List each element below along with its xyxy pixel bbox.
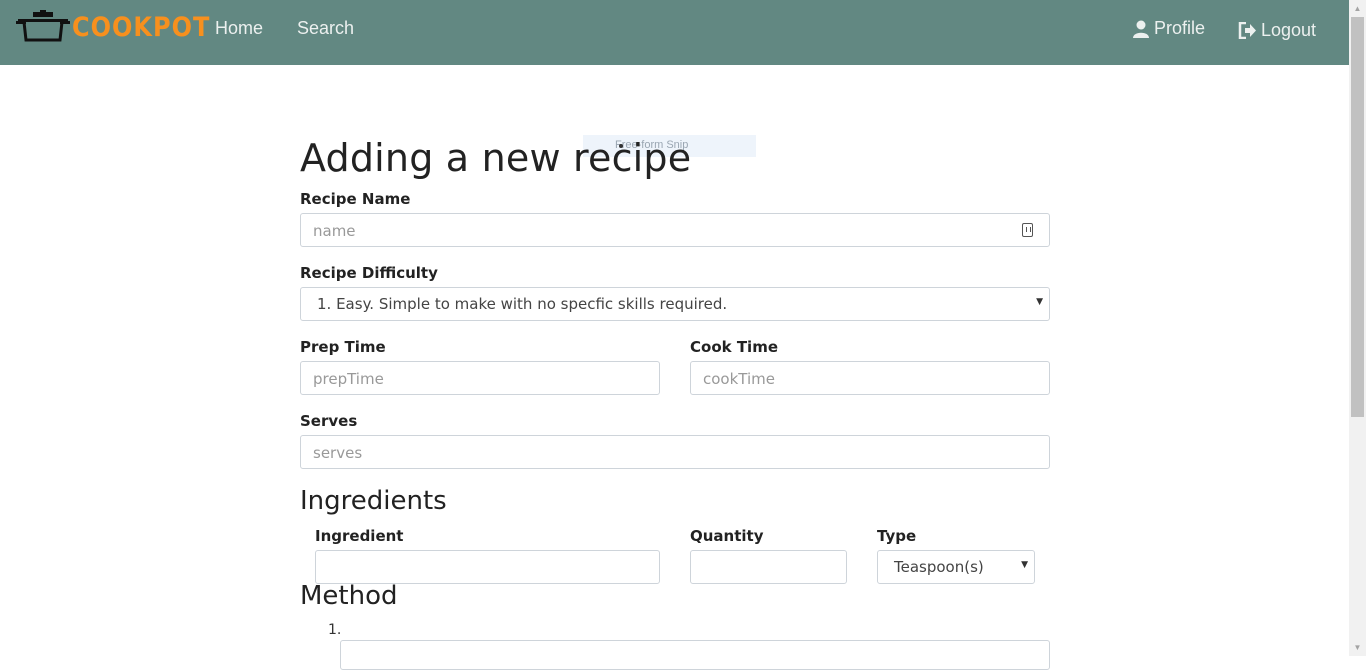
- method-step-input[interactable]: [340, 640, 1050, 670]
- recipe-name-label: Recipe Name: [300, 190, 411, 208]
- quantity-input[interactable]: [690, 550, 847, 584]
- nav-profile-label: Profile: [1154, 18, 1206, 38]
- page-title: Adding a new recipe: [300, 136, 692, 180]
- logo-text: COOKPOT: [72, 11, 211, 43]
- nav-logout-label: Logout: [1261, 20, 1317, 40]
- ingredients-heading: Ingredients: [300, 486, 447, 516]
- serves-label: Serves: [300, 412, 358, 430]
- scroll-down-icon[interactable]: ▼: [1349, 639, 1366, 656]
- nav-logout-link[interactable]: Logout: [1238, 20, 1316, 41]
- contact-card-icon[interactable]: [1022, 223, 1033, 237]
- chevron-down-icon: ▼: [1036, 297, 1043, 307]
- chevron-down-icon: ▼: [1021, 560, 1028, 570]
- serves-input[interactable]: serves: [300, 435, 1050, 469]
- method-heading: Method: [300, 581, 398, 611]
- prep-time-placeholder: prepTime: [313, 370, 384, 388]
- pot-icon: [16, 10, 70, 42]
- type-select[interactable]: Teaspoon(s) ▼: [877, 550, 1035, 584]
- method-step-number: 1.: [328, 622, 342, 638]
- cook-time-placeholder: cookTime: [703, 370, 775, 388]
- scroll-thumb[interactable]: [1351, 17, 1364, 417]
- recipe-difficulty-select[interactable]: 1. Easy. Simple to make with no specfic …: [300, 287, 1050, 321]
- type-value: Teaspoon(s): [894, 558, 984, 576]
- type-label: Type: [877, 527, 917, 545]
- logout-icon: [1238, 22, 1256, 39]
- scroll-up-icon[interactable]: ▲: [1349, 0, 1366, 17]
- ingredient-label: Ingredient: [315, 527, 404, 545]
- prep-time-input[interactable]: prepTime: [300, 361, 660, 395]
- user-icon: [1133, 20, 1149, 38]
- nav-profile-link[interactable]: Profile: [1132, 18, 1205, 39]
- recipe-difficulty-value: 1. Easy. Simple to make with no specfic …: [317, 295, 728, 313]
- recipe-difficulty-label: Recipe Difficulty: [300, 264, 438, 282]
- recipe-name-input[interactable]: name: [300, 213, 1050, 247]
- cook-time-label: Cook Time: [690, 338, 778, 356]
- nav-search-link[interactable]: Search: [297, 18, 354, 39]
- cookpot-logo[interactable]: COOKPOT: [16, 10, 210, 44]
- recipe-name-placeholder: name: [313, 222, 356, 240]
- quantity-label: Quantity: [690, 527, 764, 545]
- serves-placeholder: serves: [313, 444, 363, 462]
- prep-time-label: Prep Time: [300, 338, 386, 356]
- vertical-scrollbar[interactable]: ▲ ▼: [1349, 0, 1366, 656]
- cook-time-input[interactable]: cookTime: [690, 361, 1050, 395]
- nav-home-link[interactable]: Home: [215, 18, 263, 39]
- ingredient-input[interactable]: [315, 550, 660, 584]
- top-navbar: COOKPOT Home Search Profile Logout: [0, 0, 1349, 65]
